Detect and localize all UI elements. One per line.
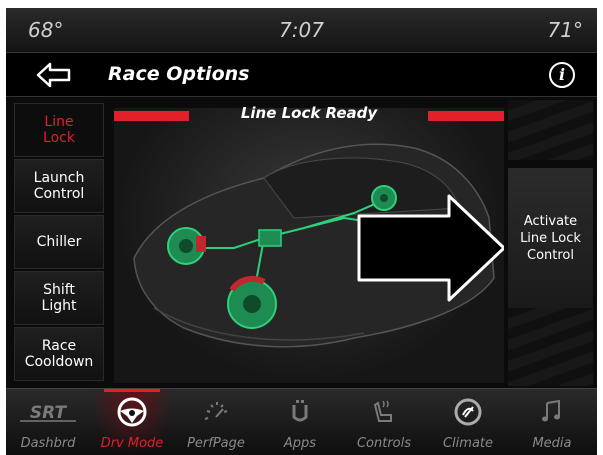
screen: 68° 7:07 71° Race Options i Line Lock La… [6,8,597,455]
nav-controls[interactable]: Controls [342,389,426,455]
title-bar: Race Options i [6,52,597,97]
race-options-menu: Line Lock Launch Control Chiller Shift L… [6,97,114,387]
menu-chiller[interactable]: Chiller [14,215,104,269]
right-panel-decoration-bottom [508,308,593,386]
nav-controls-label: Controls [356,436,412,451]
nav-perfpage[interactable]: PerfPage [174,389,258,455]
nav-drv-mode-label: Drv Mode [100,436,164,451]
clock: 7:07 [279,18,324,42]
car-chassis-illustration [133,143,504,348]
menu-line-lock[interactable]: Line Lock [14,103,104,157]
rear-left-brake [371,185,397,211]
line-lock-status-banner: Line Lock Ready [240,104,378,122]
menu-shift-light[interactable]: Shift Light [14,271,104,325]
bottom-nav: SRT Dashbrd Drv Mode PerfPage Apps Contr… [6,388,597,455]
nav-drv-mode[interactable]: Drv Mode [90,389,174,455]
gauge-icon [204,402,228,420]
nav-perfpage-label: PerfPage [187,436,245,451]
info-icon[interactable]: i [549,62,575,88]
menu-launch-control[interactable]: Launch Control [14,159,104,213]
front-right-brake [227,275,277,329]
abs-module [258,229,282,247]
page-title: Race Options [108,63,250,85]
srt-logo-icon: SRT [20,403,76,423]
line-lock-illustration [114,108,504,383]
nav-media[interactable]: Media [510,389,594,455]
menu-launch-control-label: Launch Control [33,170,85,202]
back-arrow-icon[interactable] [36,61,72,89]
nav-dashbrd-label: Dashbrd [20,436,76,451]
status-bar: 68° 7:07 71° [6,8,597,52]
svg-text:SRT: SRT [30,403,68,423]
menu-chiller-label: Chiller [36,234,82,250]
activate-line-lock-label: Activate Line Lock Control [520,213,581,263]
climate-icon [454,398,482,426]
right-panel-decoration [508,100,593,160]
menu-race-cooldown-label: Race Cooldown [24,338,94,370]
nav-media-label: Media [532,436,572,451]
outside-temp-right[interactable]: 71° [548,18,583,42]
seat-icon [373,400,392,422]
apps-icon [292,400,308,422]
nav-apps[interactable]: Apps [258,389,342,455]
nav-climate[interactable]: Climate [426,389,510,455]
music-note-icon [542,399,560,422]
menu-shift-light-label: Shift Light [41,282,77,314]
steering-wheel-icon [117,397,147,427]
menu-race-cooldown[interactable]: Race Cooldown [14,327,104,381]
activate-line-lock-button[interactable]: Activate Line Lock Control [508,168,593,308]
nav-dashbrd[interactable]: SRT Dashbrd [6,389,90,455]
nav-apps-label: Apps [283,436,317,451]
nav-climate-label: Climate [442,436,494,451]
menu-line-lock-label: Line Lock [43,114,75,146]
